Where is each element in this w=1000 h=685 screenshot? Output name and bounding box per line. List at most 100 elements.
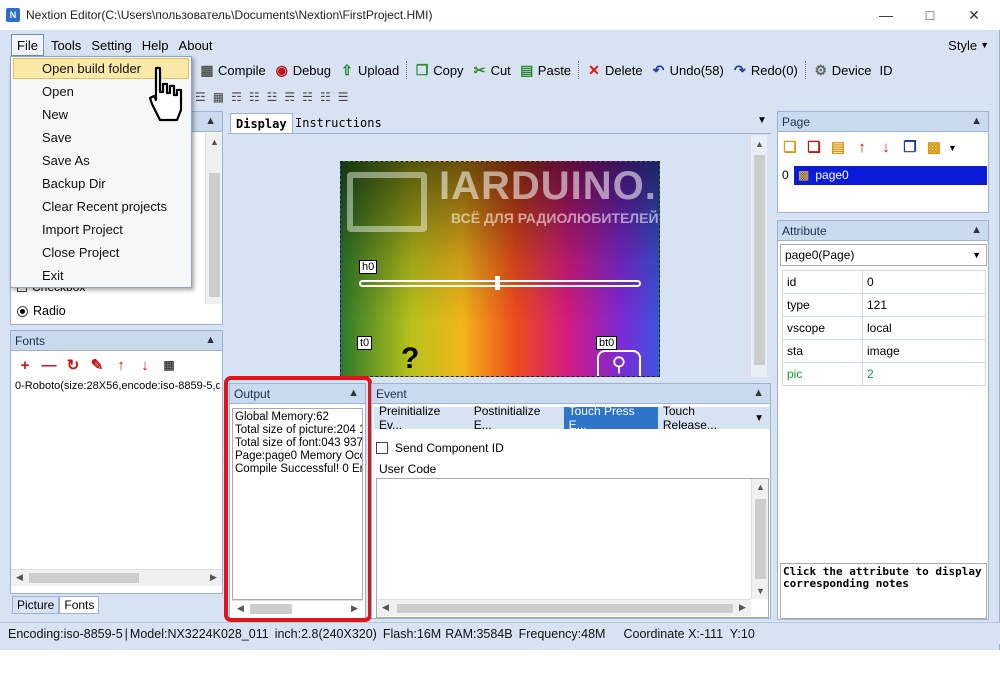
scroll-thumb[interactable]: [397, 604, 733, 613]
insert-page-icon[interactable]: ▤: [828, 137, 848, 157]
menu-item-clear-recent[interactable]: Clear Recent projects: [11, 195, 191, 218]
tab-fonts[interactable]: Fonts: [59, 596, 100, 614]
pin-icon[interactable]: ▲: [971, 115, 982, 127]
bt0-lamp-icon[interactable]: ⚲: [597, 350, 641, 376]
menu-about[interactable]: About: [174, 34, 218, 56]
align-top-icon[interactable]: ☴: [284, 90, 295, 104]
tab-postinitialize[interactable]: Postinitialize E...: [469, 404, 564, 432]
align-space-h-icon[interactable]: ☷: [249, 90, 260, 104]
attribute-value[interactable]: 2: [862, 362, 986, 386]
chevron-down-icon[interactable]: ▼: [754, 413, 764, 424]
copy-button[interactable]: ❐ Copy: [410, 59, 467, 81]
menu-item-close-project[interactable]: Close Project: [11, 241, 191, 264]
delete-page-icon[interactable]: ❏: [804, 137, 824, 157]
pin-icon[interactable]: ▲: [205, 115, 216, 127]
pin-icon[interactable]: ▲: [753, 387, 764, 399]
undo-button[interactable]: ↶ Undo(58): [647, 59, 728, 81]
align-grid-icon[interactable]: ▦: [213, 90, 224, 104]
font-entry[interactable]: 0-Roboto(size:28X56,encode:iso-8859-5,qy…: [15, 380, 220, 392]
menu-help[interactable]: Help: [137, 34, 174, 56]
scroll-right-icon[interactable]: ▶: [205, 572, 222, 583]
scroll-up-icon[interactable]: ▲: [752, 482, 769, 492]
menu-item-save[interactable]: Save: [11, 126, 191, 149]
h0-label[interactable]: h0: [359, 260, 378, 274]
scroll-left-icon[interactable]: ◀: [11, 572, 28, 583]
upload-button[interactable]: ⇧ Upload: [335, 59, 403, 81]
chevron-down-icon[interactable]: ▼: [757, 115, 767, 126]
move-down-icon[interactable]: ↓: [135, 355, 155, 375]
scroll-up-icon[interactable]: ▲: [206, 137, 223, 147]
toolbox-scrollbar[interactable]: ▲: [205, 133, 222, 304]
copy-page-icon[interactable]: ❐: [900, 137, 920, 157]
minimize-icon[interactable]: —: [864, 0, 908, 30]
menu-item-backup-dir[interactable]: Backup Dir: [11, 172, 191, 195]
attribute-value[interactable]: 0: [862, 270, 986, 294]
cut-button[interactable]: ✂ Cut: [468, 59, 515, 81]
close-icon[interactable]: ✕: [952, 0, 996, 30]
align-bottom-icon[interactable]: ☰: [338, 90, 349, 104]
scroll-thumb[interactable]: [29, 573, 139, 583]
attribute-row[interactable]: id 0: [782, 270, 986, 294]
tab-touch-release[interactable]: Touch Release...: [658, 404, 754, 432]
maximize-icon[interactable]: □: [908, 0, 952, 30]
align-left-icon[interactable]: ☲: [195, 90, 206, 104]
attribute-value[interactable]: local: [862, 316, 986, 340]
menu-item-save-as[interactable]: Save As: [11, 149, 191, 172]
attribute-value[interactable]: 121: [862, 293, 986, 317]
attribute-row[interactable]: pic 2: [782, 362, 986, 386]
menu-tools[interactable]: Tools: [46, 34, 86, 56]
attribute-row[interactable]: sta image: [782, 339, 986, 363]
page-row[interactable]: 0 ▩ page0: [780, 164, 989, 186]
t0-label[interactable]: t0: [357, 336, 373, 350]
edit-font-icon[interactable]: ✎: [87, 355, 107, 375]
send-id-checkbox[interactable]: [376, 442, 388, 454]
scroll-up-icon[interactable]: ▲: [751, 139, 768, 149]
delete-button[interactable]: ✕ Delete: [582, 59, 647, 81]
attribute-row[interactable]: type 121: [782, 293, 986, 317]
send-component-id[interactable]: Send Component ID: [376, 441, 504, 455]
chevron-down-icon[interactable]: ▼: [948, 143, 957, 157]
pin-icon[interactable]: ▲: [971, 224, 982, 236]
editor-vscrollbar[interactable]: ▲ ▼: [751, 479, 768, 599]
attribute-row[interactable]: vscope local: [782, 316, 986, 340]
replace-font-icon[interactable]: ↻: [63, 355, 83, 375]
align-hcenter-icon[interactable]: ☶: [231, 90, 242, 104]
scroll-down-icon[interactable]: ▼: [752, 586, 769, 596]
scroll-right-icon[interactable]: ▶: [734, 602, 751, 613]
scroll-thumb[interactable]: [209, 173, 220, 297]
paste-button[interactable]: ▤ Paste: [515, 59, 575, 81]
move-up-icon[interactable]: ↑: [852, 137, 872, 157]
add-page-icon[interactable]: ❏: [780, 137, 800, 157]
display-vscrollbar[interactable]: ▲: [750, 135, 767, 377]
menu-file[interactable]: File: [11, 34, 44, 56]
toolbox-item-radio[interactable]: Radio: [17, 304, 66, 318]
import-page-icon[interactable]: ▩: [924, 137, 944, 157]
bt0-label[interactable]: bt0: [596, 336, 618, 350]
fonts-hscrollbar[interactable]: ◀ ▶: [11, 569, 222, 586]
id-button[interactable]: ID: [876, 59, 897, 81]
tab-instructions[interactable]: Instructions: [290, 113, 387, 133]
tab-display[interactable]: Display: [230, 113, 293, 133]
align-vcenter-icon[interactable]: ☵: [302, 90, 313, 104]
scroll-thumb[interactable]: [755, 499, 766, 579]
menu-item-exit[interactable]: Exit: [11, 264, 191, 287]
attribute-value[interactable]: image: [862, 339, 986, 363]
pin-icon[interactable]: ▲: [205, 334, 216, 346]
scroll-left-icon[interactable]: ◀: [377, 602, 394, 613]
align-right-icon[interactable]: ☳: [267, 90, 278, 104]
remove-font-icon[interactable]: —: [39, 355, 59, 375]
attribute-selector[interactable]: page0(Page) ▼: [780, 244, 987, 266]
scroll-thumb[interactable]: [754, 155, 765, 365]
h0-slider-track[interactable]: [359, 280, 641, 287]
menu-style[interactable]: Style ▼: [943, 34, 994, 56]
tab-preinitialize[interactable]: Preinitialize Ev...: [374, 404, 469, 432]
move-down-icon[interactable]: ↓: [876, 137, 896, 157]
tab-touch-press[interactable]: Touch Press E...: [563, 404, 658, 432]
page-item-selected[interactable]: ▩ page0: [794, 165, 987, 185]
menu-setting[interactable]: Setting: [86, 34, 136, 56]
user-code-editor[interactable]: ▲ ▼ ◀ ▶: [376, 478, 769, 618]
device-button[interactable]: ⚙ Device: [809, 59, 876, 81]
redo-button[interactable]: ↷ Redo(0): [728, 59, 802, 81]
menu-item-import-project[interactable]: Import Project: [11, 218, 191, 241]
debug-button[interactable]: ◉ Debug: [270, 59, 335, 81]
